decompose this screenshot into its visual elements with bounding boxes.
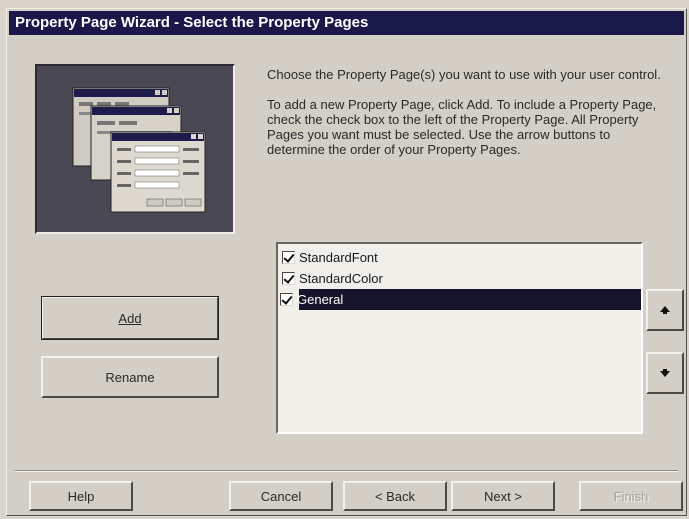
instructions-paragraph-1: Choose the Property Page(s) you want to …	[267, 67, 661, 82]
move-down-button[interactable]	[646, 352, 684, 394]
add-button-label: Add	[118, 310, 142, 326]
dialog-title: Property Page Wizard - Select the Proper…	[9, 11, 684, 35]
list-item-selected[interactable]: General	[280, 289, 641, 310]
instructions-paragraph-2: To add a new Property Page, click Add. T…	[267, 97, 657, 157]
instructions-text: Choose the Property Page(s) you want to …	[267, 67, 667, 172]
cancel-button[interactable]: Cancel	[229, 481, 333, 511]
checkbox-standardcolor[interactable]	[282, 272, 295, 285]
footer-separator	[15, 470, 678, 472]
up-arrow-icon	[660, 306, 670, 314]
list-item[interactable]: StandardFont	[278, 247, 641, 268]
rename-button[interactable]: Rename	[41, 356, 219, 398]
move-up-button[interactable]	[646, 289, 684, 331]
finish-button: Finish	[579, 481, 683, 511]
list-item-label: StandardColor	[299, 271, 383, 286]
back-button-label: < Back	[374, 488, 416, 504]
property-pages-illustration-icon	[72, 87, 206, 213]
rename-button-label: Rename	[105, 369, 155, 385]
back-button[interactable]: < Back	[343, 481, 447, 511]
next-button[interactable]: Next >	[451, 481, 555, 511]
help-button-label: Help	[67, 488, 95, 504]
wizard-illustration	[35, 64, 235, 234]
property-pages-list[interactable]: StandardFont StandardColor General	[276, 242, 643, 434]
finish-button-label: Finish	[613, 488, 649, 504]
help-button[interactable]: Help	[29, 481, 133, 511]
list-item[interactable]: StandardColor	[278, 268, 641, 289]
list-item-label: General	[297, 292, 344, 307]
cancel-button-label: Cancel	[260, 488, 302, 504]
checkbox-standardfont[interactable]	[282, 251, 295, 264]
wizard-dialog: Property Page Wizard - Select the Proper…	[6, 8, 687, 516]
down-arrow-icon	[660, 369, 670, 377]
next-button-label: Next >	[484, 488, 522, 504]
checkbox-general[interactable]	[280, 293, 293, 306]
list-item-label: StandardFont	[299, 250, 378, 265]
add-button[interactable]: Add	[41, 296, 219, 340]
